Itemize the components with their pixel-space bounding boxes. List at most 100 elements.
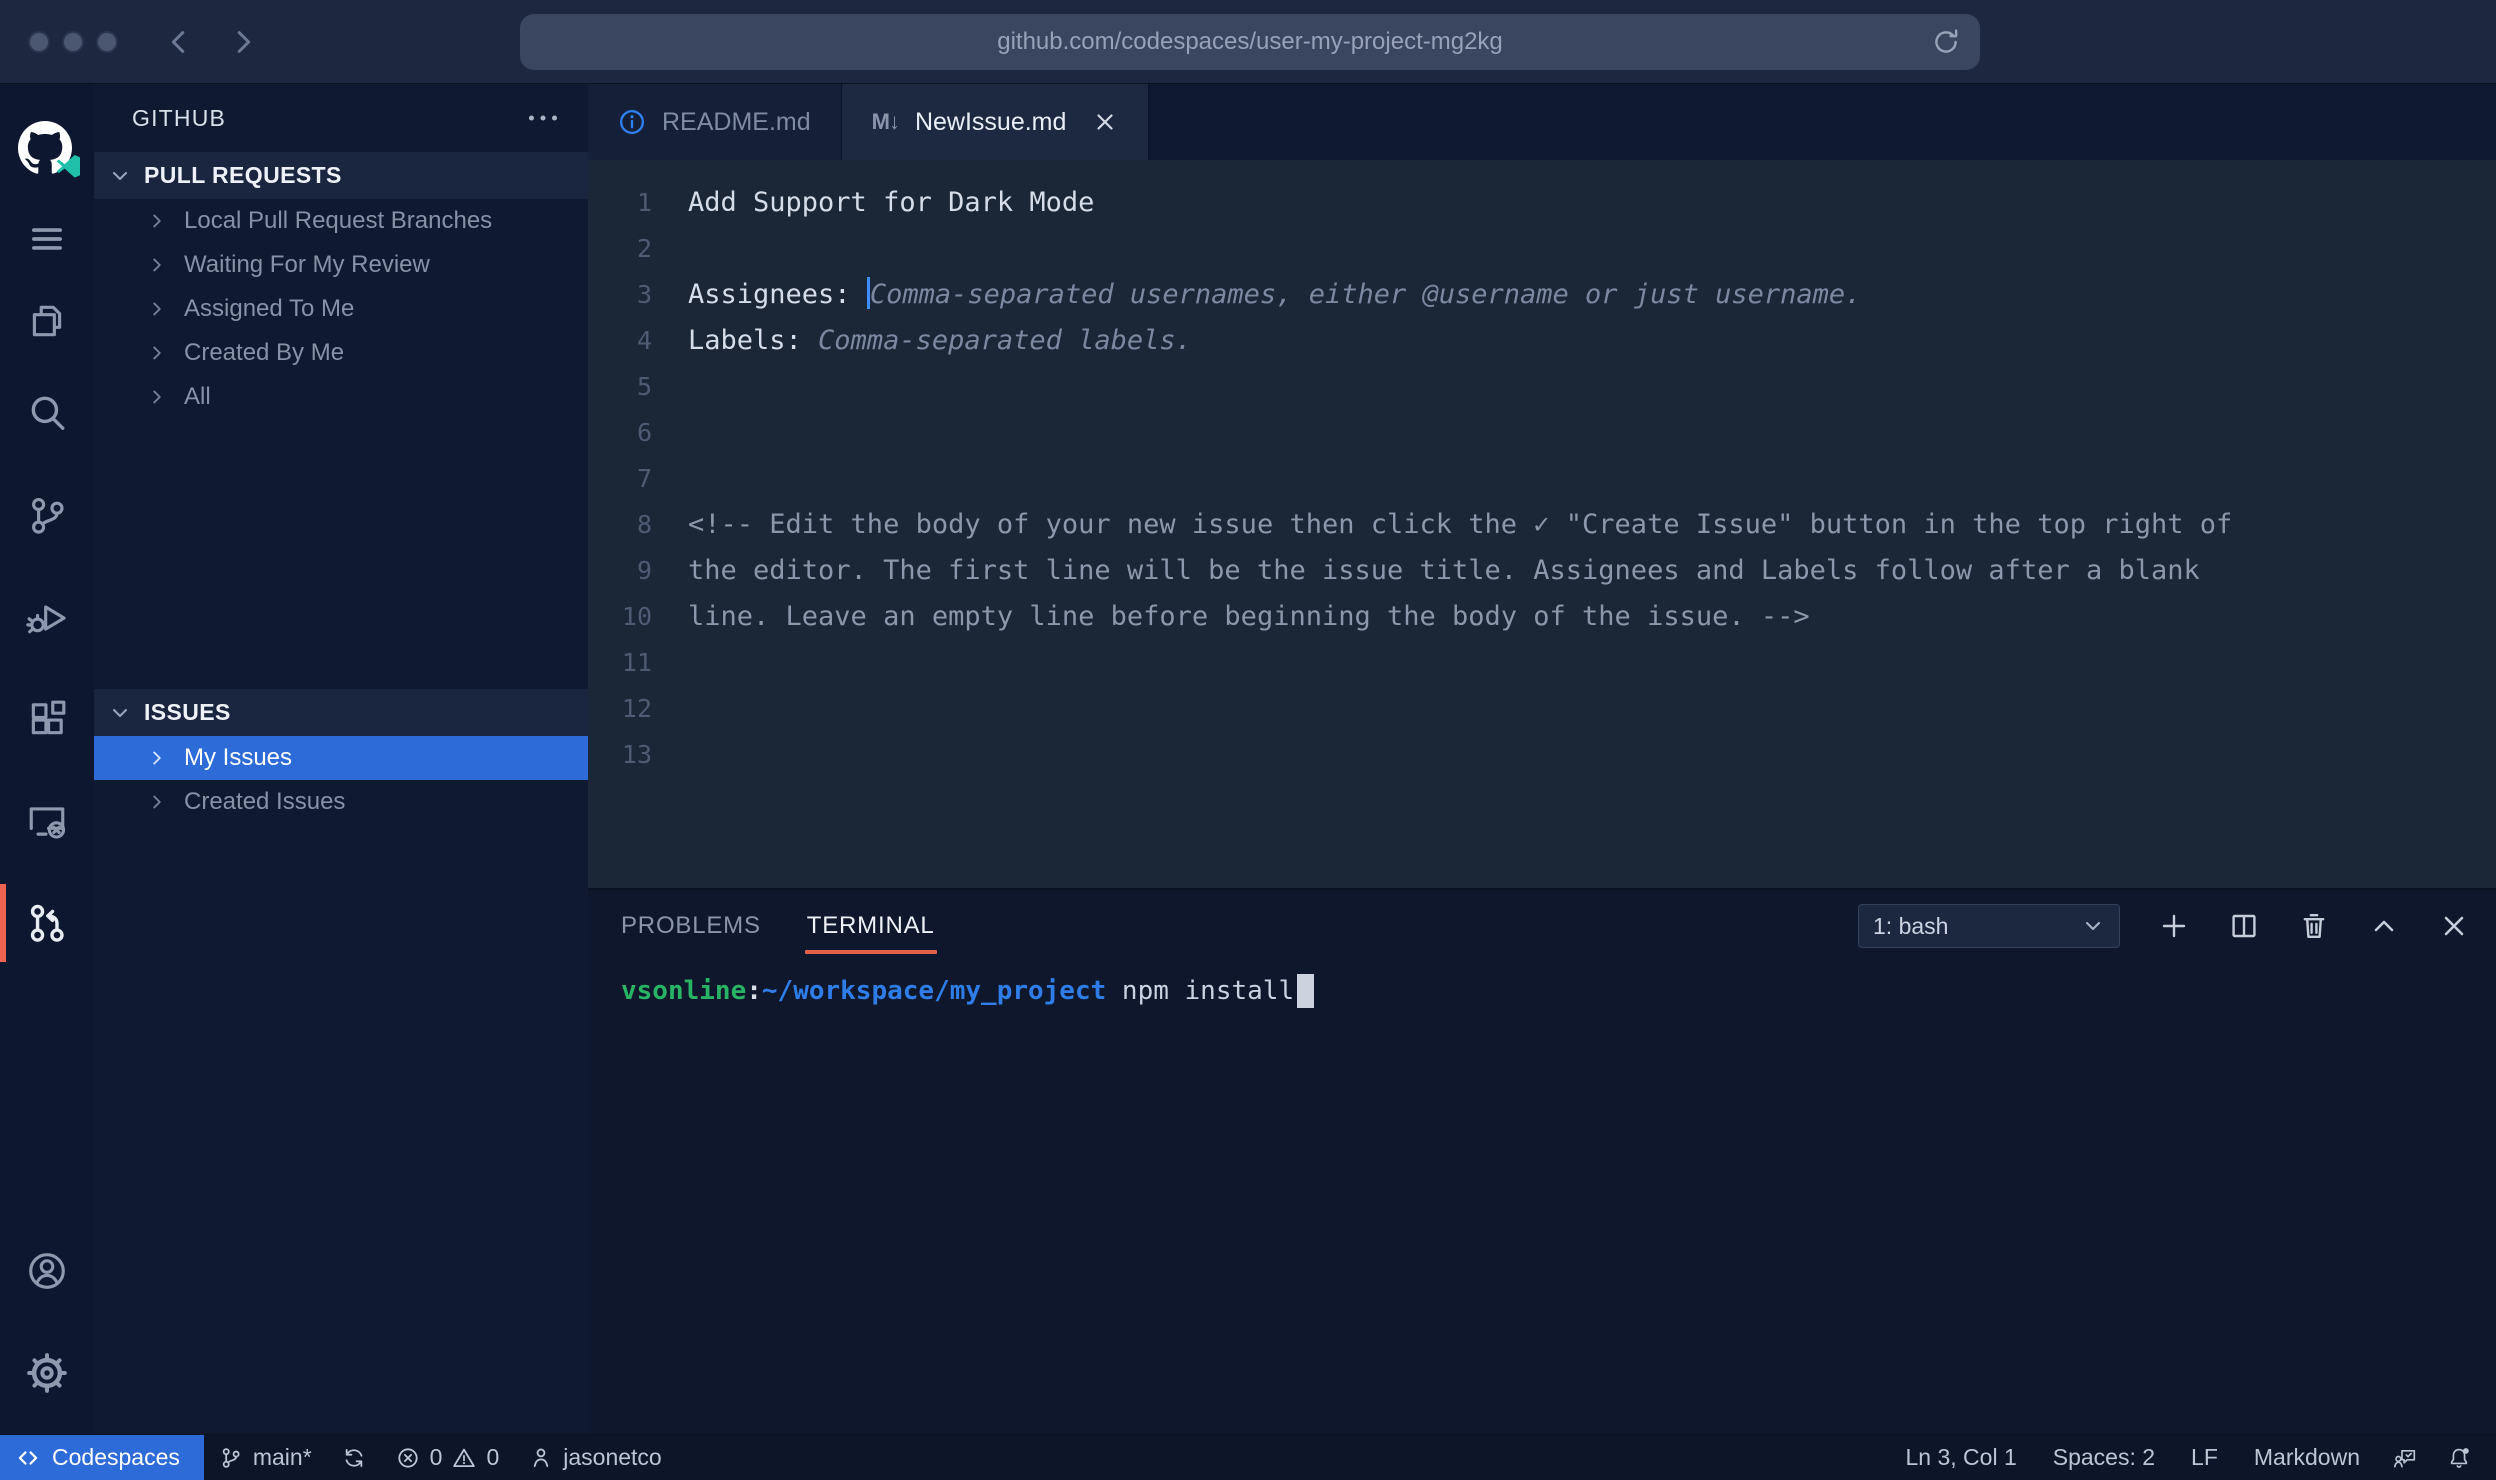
status-bar: Codespaces main* 0 0 jasonetco Ln 3, Col… xyxy=(0,1434,2496,1480)
tab-problems[interactable]: PROBLEMS xyxy=(621,890,761,962)
tree-item-my-issues[interactable]: My Issues xyxy=(94,736,588,780)
tab-terminal[interactable]: TERMINAL xyxy=(807,890,935,962)
chevron-right-icon xyxy=(146,747,168,769)
source-control-icon[interactable] xyxy=(0,464,94,566)
section-pull-requests[interactable]: PULL REQUESTS xyxy=(94,152,588,199)
tree-item-assigned-to-me[interactable]: Assigned To Me xyxy=(94,287,588,331)
extensions-icon[interactable] xyxy=(0,668,94,770)
window-maximize-button[interactable] xyxy=(96,31,118,53)
chevron-right-icon xyxy=(146,210,168,232)
close-panel-icon[interactable] xyxy=(2438,910,2470,942)
terminal-shell-select[interactable]: 1: bash xyxy=(1858,904,2120,948)
search-icon[interactable] xyxy=(0,362,94,464)
issue-title-text: Add Support for Dark Mode xyxy=(688,187,1094,218)
window-minimize-button[interactable] xyxy=(62,31,84,53)
remote-explorer-icon[interactable] xyxy=(0,770,94,872)
indentation-item[interactable]: Spaces: 2 xyxy=(2035,1435,2173,1480)
sidebar: GITHUB PULL REQUESTS Local Pull Request … xyxy=(94,84,588,1434)
tree-item-local-pr-branches[interactable]: Local Pull Request Branches xyxy=(94,199,588,243)
editor-line[interactable]: 7 xyxy=(588,456,2496,502)
vscode-icon xyxy=(52,151,84,183)
tab-newissue[interactable]: M↓ NewIssue.md xyxy=(842,84,1150,160)
forward-icon[interactable] xyxy=(228,27,258,57)
editor-line[interactable]: 13 xyxy=(588,732,2496,778)
chevron-right-icon xyxy=(146,254,168,276)
account-icon[interactable] xyxy=(0,1220,94,1322)
tree-item-label: My Issues xyxy=(184,744,292,772)
editor[interactable]: 1Add Support for Dark Mode 2 3Assignees:… xyxy=(588,160,2496,888)
shell-select-value: 1: bash xyxy=(1873,913,1948,940)
feedback-item[interactable] xyxy=(2378,1435,2432,1480)
comment-text: the editor. The first line will be the i… xyxy=(688,555,2200,586)
chevron-right-icon xyxy=(146,342,168,364)
sync-status-item[interactable] xyxy=(327,1435,381,1480)
run-debug-icon[interactable] xyxy=(0,566,94,668)
editor-line[interactable]: 5 xyxy=(588,364,2496,410)
terminal-separator: : xyxy=(746,976,762,1006)
warning-count: 0 xyxy=(486,1444,499,1471)
editor-line[interactable]: 1Add Support for Dark Mode xyxy=(588,180,2496,226)
line-number: 7 xyxy=(588,456,652,502)
editor-line[interactable]: 10line. Leave an empty line before begin… xyxy=(588,594,2496,640)
window-close-button[interactable] xyxy=(28,31,50,53)
cursor-position-item[interactable]: Ln 3, Col 1 xyxy=(1888,1435,2035,1480)
line-number: 9 xyxy=(588,548,652,594)
kill-terminal-icon[interactable] xyxy=(2298,910,2330,942)
sidebar-spacer xyxy=(94,419,588,689)
markdown-icon: M↓ xyxy=(872,109,899,135)
settings-gear-icon[interactable] xyxy=(0,1322,94,1424)
editor-line[interactable]: 11 xyxy=(588,640,2496,686)
eol-item[interactable]: LF xyxy=(2173,1435,2236,1480)
branch-status-item[interactable]: main* xyxy=(204,1435,327,1480)
chevron-right-icon xyxy=(146,386,168,408)
notifications-item[interactable] xyxy=(2432,1435,2486,1480)
codespaces-status-item[interactable]: Codespaces xyxy=(0,1435,204,1480)
editor-line[interactable]: 2 xyxy=(588,226,2496,272)
section-issues[interactable]: ISSUES xyxy=(94,689,588,736)
tree-item-label: All xyxy=(184,383,211,411)
tree-item-all[interactable]: All xyxy=(94,375,588,419)
tab-readme[interactable]: README.md xyxy=(588,84,842,160)
assignees-label: Assignees: xyxy=(688,279,867,310)
line-number: 12 xyxy=(588,686,652,732)
new-terminal-icon[interactable] xyxy=(2158,910,2190,942)
comment-text: <!-- Edit the body of your new issue the… xyxy=(688,509,2232,540)
back-icon[interactable] xyxy=(164,27,194,57)
maximize-panel-icon[interactable] xyxy=(2368,910,2400,942)
explorer-icon[interactable] xyxy=(0,280,94,362)
tree-item-waiting-for-my-review[interactable]: Waiting For My Review xyxy=(94,243,588,287)
close-tab-icon[interactable] xyxy=(1092,109,1118,135)
person-icon xyxy=(529,1446,553,1470)
editor-line[interactable]: 9 the editor. The first line will be the … xyxy=(588,548,2496,594)
editor-line[interactable]: 3Assignees: Comma-separated usernames, e… xyxy=(588,272,2496,318)
url-bar[interactable]: github.com/codespaces/user-my-project-mg… xyxy=(520,14,1980,70)
section-label: PULL REQUESTS xyxy=(144,162,342,189)
tree-item-label: Local Pull Request Branches xyxy=(184,207,492,235)
tree-item-created-by-me[interactable]: Created By Me xyxy=(94,331,588,375)
remote-indicator-icon xyxy=(16,1446,40,1470)
info-icon xyxy=(618,108,646,136)
tab-label: README.md xyxy=(662,108,811,137)
editor-line[interactable]: 8<!-- Edit the body of your new issue th… xyxy=(588,502,2496,548)
editor-line[interactable]: 6 xyxy=(588,410,2496,456)
menu-icon[interactable] xyxy=(0,198,94,280)
window-controls xyxy=(28,31,118,53)
more-actions-icon[interactable] xyxy=(528,112,558,124)
problems-status-item[interactable]: 0 0 xyxy=(381,1435,515,1480)
browser-window: github.com/codespaces/user-my-project-mg… xyxy=(0,0,2496,1480)
terminal-output[interactable]: vsonline : ~/workspace/my_project npm in… xyxy=(588,962,2496,1434)
line-number: 6 xyxy=(588,410,652,456)
split-terminal-icon[interactable] xyxy=(2228,910,2260,942)
labels-hint: Comma-separated labels. xyxy=(818,325,1192,356)
browser-chrome: github.com/codespaces/user-my-project-mg… xyxy=(0,0,2496,84)
labels-label: Labels: xyxy=(688,325,818,356)
tree-item-created-issues[interactable]: Created Issues xyxy=(94,780,588,824)
editor-line[interactable]: 12 xyxy=(588,686,2496,732)
language-mode-item[interactable]: Markdown xyxy=(2236,1435,2378,1480)
user-status-item[interactable]: jasonetco xyxy=(514,1435,676,1480)
refresh-icon[interactable] xyxy=(1930,26,1962,58)
terminal-user: vsonline xyxy=(621,976,746,1006)
terminal-path: ~/workspace/my_project xyxy=(762,976,1106,1006)
github-pull-requests-icon[interactable] xyxy=(0,872,94,974)
editor-line[interactable]: 4Labels: Comma-separated labels. xyxy=(588,318,2496,364)
